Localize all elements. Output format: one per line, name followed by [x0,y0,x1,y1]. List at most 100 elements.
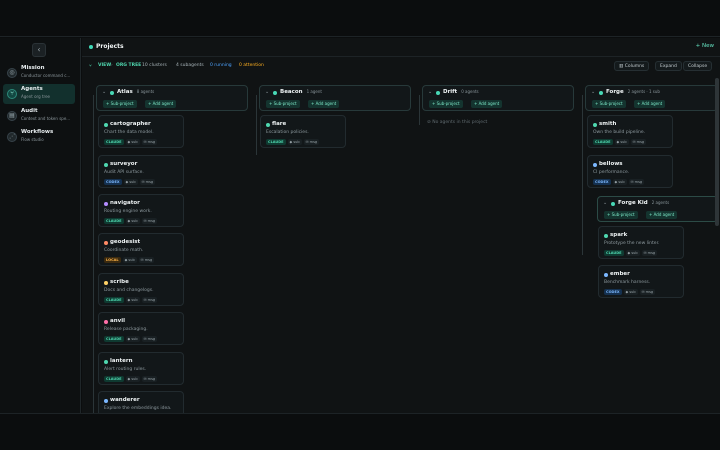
msg-chip[interactable]: ✉ msg [641,250,658,256]
sidebar-item-agents[interactable]: ⑂ Agents Agent org tree [3,84,75,104]
agent-description: Docs and changelogs. [104,288,154,293]
cluster-forge[interactable]: ⌄ Forge 2 agents · 1 sub + Sub-project + … [585,85,718,111]
sub-chip[interactable]: ◆ sub [625,250,640,256]
agent-card[interactable]: ember Benchmark harness. CODEX ◆ sub ✉ msg [598,265,684,298]
sub-chip[interactable]: ◆ sub [287,139,302,145]
agent-card[interactable]: scribe Docs and changelogs. CLAUDE ◆ sub ✉ m… [98,273,184,306]
new-project-button[interactable]: + New [696,43,714,49]
sidebar-item-title: Audit [21,108,38,114]
sub-chip[interactable]: ◆ sub [612,179,627,185]
cluster-count: 8 agents [136,89,155,94]
sub-project-button[interactable]: + Sub-project [429,100,463,108]
agent-badges: CLAUDE ◆ sub ✉ msg [593,139,647,145]
msg-chip[interactable]: ✉ msg [639,289,656,295]
sub-project-button[interactable]: + Sub-project [592,100,626,108]
agent-status-dot [593,123,597,127]
sub-chip[interactable]: ◆ sub [614,139,629,145]
sub-chip[interactable]: ◆ sub [125,336,140,342]
sub-project-button[interactable]: + Sub-project [604,211,638,219]
engine-badge: CLAUDE [104,139,124,145]
sub-chip[interactable]: ◆ sub [125,139,140,145]
msg-chip[interactable]: ✉ msg [141,139,158,145]
sub-project-button[interactable]: + Sub-project [103,100,137,108]
chevron-down-icon[interactable]: ⌄ [603,200,607,206]
msg-chip[interactable]: ✉ msg [141,336,158,342]
agent-card[interactable]: cartographer Chart the data model. CLAUDE ◆… [98,115,184,148]
cluster-count: 1 agent [306,89,322,94]
agent-card[interactable]: geodesist Coordinate math. LOCAL ◆ sub ✉ msg [98,233,184,266]
cluster-status-dot [599,91,603,95]
agent-status-dot [266,123,270,127]
msg-chip[interactable]: ✉ msg [628,179,645,185]
cluster-beacon[interactable]: ⌄ Beacon 1 agent + Sub-project + Add agen… [259,85,411,111]
expand-button[interactable]: Expand [655,61,682,71]
view-tree-icon: ⑂ [89,64,92,69]
agent-status-dot [593,163,597,167]
subagents-count: 4 subagents [176,63,204,68]
agent-card[interactable]: navigator Routing engine work. CLAUDE ◆ sub… [98,194,184,227]
sidebar-item-audit[interactable]: ▤ Audit Context and token spe... [3,106,75,126]
sub-chip[interactable]: ◆ sub [623,289,638,295]
msg-chip[interactable]: ✉ msg [630,139,647,145]
agent-status-dot [104,360,108,364]
msg-chip[interactable]: ✉ msg [139,179,156,185]
agent-card[interactable]: anvil Release packaging. CLAUDE ◆ sub ✉ msg [98,312,184,345]
engine-badge: CLAUDE [104,297,124,303]
main-panel: Projects + New ⑂ VIEW › ORG TREE 10 clus… [82,38,720,413]
running-count: 0 running [210,63,232,68]
cluster-count: 0 agents [461,89,479,94]
agent-card[interactable]: surveyor Audit API surface. CODEX ◆ sub ✉ ms… [98,155,184,188]
cluster-name: Atlas 8 agents [117,89,154,95]
chevron-down-icon[interactable]: ⌄ [591,89,595,95]
toolbar: ⑂ VIEW › ORG TREE 10 clusters 4 subagent… [82,58,720,74]
add-agent-button[interactable]: + Add agent [308,100,340,108]
msg-chip[interactable]: ✉ msg [303,139,320,145]
sidebar-item-mission[interactable]: ◎ Mission Conductor command c... [3,63,75,83]
engine-badge: CLAUDE [104,218,124,224]
cluster-forge-kid[interactable]: ⌄ Forge Kid 2 agents + Sub-project + Add … [597,196,718,222]
cluster-status-dot [436,91,440,95]
agent-card[interactable]: lantern Alert routing rules. CLAUDE ◆ sub ✉ … [98,352,184,385]
audit-icon: ▤ [7,111,17,121]
cluster-title: Forge [606,89,624,95]
sidebar-collapse-button[interactable]: ‹ [32,43,46,57]
projects-dot-icon [89,45,93,49]
tree-connector [582,95,583,255]
sidebar-item-sub: Flow studio [21,137,44,142]
msg-chip[interactable]: ✉ msg [138,257,155,263]
cluster-count: 2 agents · 1 sub [627,89,660,94]
sidebar-item-workflows[interactable]: ⋰ Workflows Flow studio [3,127,75,147]
chevron-down-icon[interactable]: ⌄ [102,89,106,95]
sub-chip[interactable]: ◆ sub [125,297,140,303]
sub-chip[interactable]: ◆ sub [122,257,137,263]
msg-chip[interactable]: ✉ msg [141,297,158,303]
agent-card[interactable]: spark Prototype the new linter. CLAUDE ◆ su… [598,226,684,259]
agent-card[interactable]: flare Escalation policies. CLAUDE ◆ sub ✉ ms… [260,115,346,148]
add-agent-button[interactable]: + Add agent [634,100,666,108]
cluster-drift[interactable]: ⌄ Drift 0 agents + Sub-project + Add agen… [422,85,574,111]
sub-chip[interactable]: ◆ sub [125,218,140,224]
cluster-atlas[interactable]: ⌄ Atlas 8 agents + Sub-project + Add agen… [96,85,248,111]
scrollbar[interactable] [715,78,719,226]
agent-card[interactable]: smith Own the build pipeline. CLAUDE ◆ sub ✉… [587,115,673,148]
agent-card[interactable]: bellows CI performance. CODEX ◆ sub ✉ msg [587,155,673,188]
collapse-button[interactable]: Collapse [683,61,713,71]
sub-project-button[interactable]: + Sub-project [266,100,300,108]
chevron-down-icon[interactable]: ⌄ [428,89,432,95]
add-agent-button[interactable]: + Add agent [471,100,503,108]
agent-badges: CLAUDE ◆ sub ✉ msg [104,336,158,342]
add-agent-button[interactable]: + Add agent [646,211,678,219]
msg-chip[interactable]: ✉ msg [141,376,158,382]
msg-chip[interactable]: ✉ msg [141,218,158,224]
sidebar-item-sub: Agent org tree [21,94,50,99]
sub-chip[interactable]: ◆ sub [125,376,140,382]
view-mode[interactable]: ORG TREE [116,63,141,68]
sub-chip[interactable]: ◆ sub [123,179,138,185]
cluster-title: Atlas [117,89,133,95]
agent-badges: CLAUDE ◆ sub ✉ msg [266,139,320,145]
chevron-down-icon[interactable]: ⌄ [265,89,269,95]
agent-description: Escalation policies. [266,130,309,135]
add-agent-button[interactable]: + Add agent [145,100,177,108]
columns-button[interactable]: ▥ Columns [614,61,650,71]
agent-card[interactable]: wanderer Explore the embeddings idea. [98,391,184,413]
